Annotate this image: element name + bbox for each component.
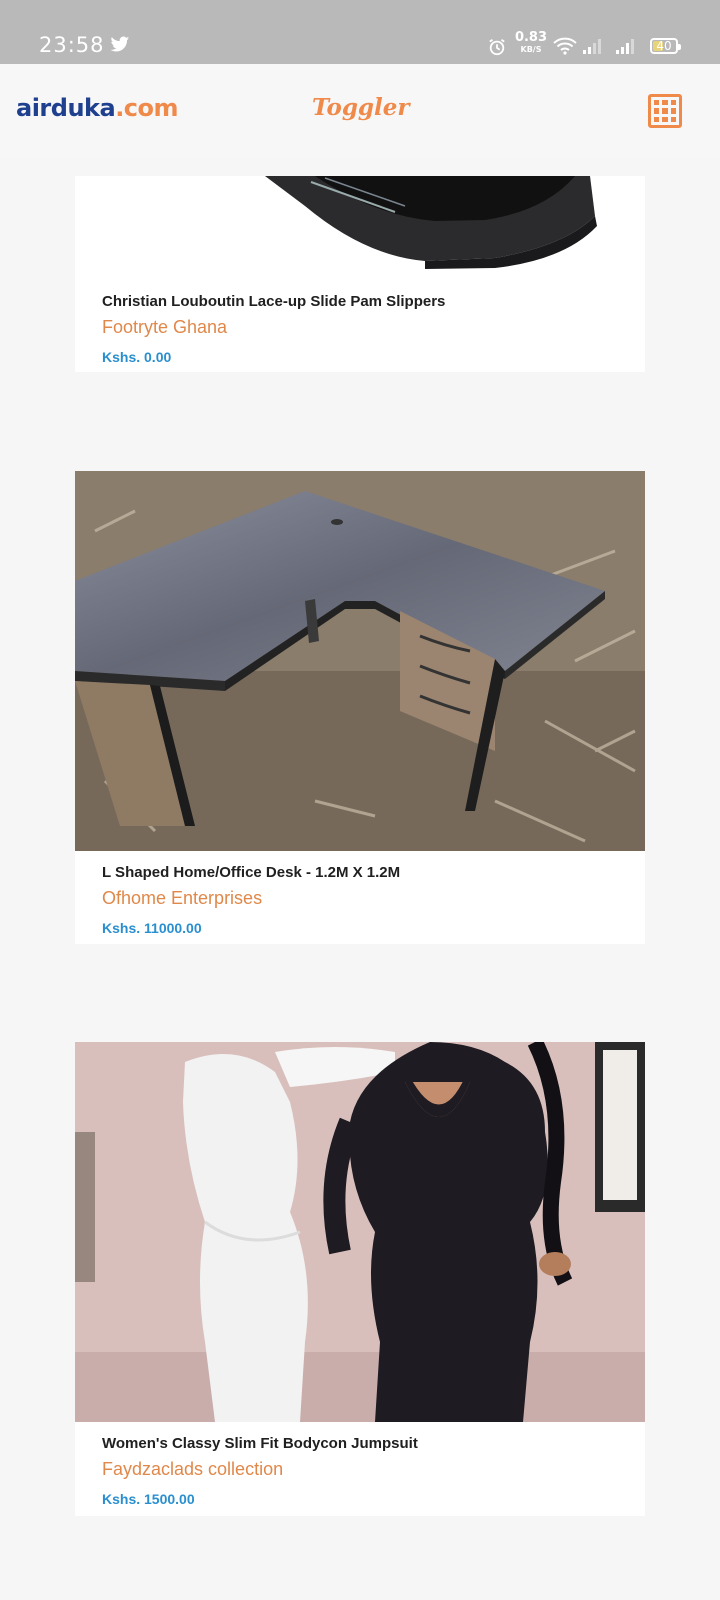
signal-icon	[583, 38, 605, 59]
status-time: 23:58	[39, 33, 105, 57]
battery-icon: 40	[650, 38, 681, 54]
product-seller[interactable]: Ofhome Enterprises	[102, 888, 262, 909]
toggler-button[interactable]: Toggler	[312, 94, 409, 121]
product-price: Kshs. 11000.00	[102, 920, 202, 936]
grid-menu-icon[interactable]	[648, 94, 682, 128]
product-image[interactable]	[75, 471, 645, 851]
product-card[interactable]: Women's Classy Slim Fit Bodycon Jumpsuit…	[75, 1042, 645, 1516]
product-info: L Shaped Home/Office Desk - 1.2M X 1.2M …	[75, 864, 645, 944]
product-card[interactable]: L Shaped Home/Office Desk - 1.2M X 1.2M …	[75, 471, 645, 944]
product-seller[interactable]: Footryte Ghana	[102, 317, 227, 338]
product-info: Christian Louboutin Lace-up Slide Pam Sl…	[75, 293, 645, 372]
logo-suffix: .com	[115, 94, 179, 122]
product-price: Kshs. 0.00	[102, 349, 172, 365]
network-speed: 0.83 KB/S	[514, 30, 548, 55]
app-header: airduka.com Toggler	[0, 64, 720, 158]
battery-level: 40	[656, 39, 672, 53]
product-info: Women's Classy Slim Fit Bodycon Jumpsuit…	[75, 1435, 645, 1516]
site-logo[interactable]: airduka.com	[16, 94, 179, 122]
network-speed-value: 0.83	[514, 30, 548, 45]
signal-icon	[616, 38, 638, 59]
product-title[interactable]: L Shaped Home/Office Desk - 1.2M X 1.2M	[102, 864, 400, 881]
logo-brand: airduka	[16, 94, 116, 122]
product-title[interactable]: Women's Classy Slim Fit Bodycon Jumpsuit	[102, 1435, 418, 1452]
network-speed-unit: KB/S	[520, 45, 542, 54]
status-bar: 23:58 0.83 KB/S 40	[0, 0, 720, 64]
product-image[interactable]	[75, 176, 645, 286]
product-title[interactable]: Christian Louboutin Lace-up Slide Pam Sl…	[102, 293, 445, 310]
product-price: Kshs. 1500.00	[102, 1491, 195, 1507]
alarm-icon	[488, 38, 506, 61]
twitter-icon	[110, 36, 130, 58]
product-card[interactable]: Christian Louboutin Lace-up Slide Pam Sl…	[75, 176, 645, 372]
product-image[interactable]	[75, 1042, 645, 1422]
product-seller[interactable]: Faydzaclads collection	[102, 1459, 283, 1480]
wifi-icon	[553, 37, 577, 60]
